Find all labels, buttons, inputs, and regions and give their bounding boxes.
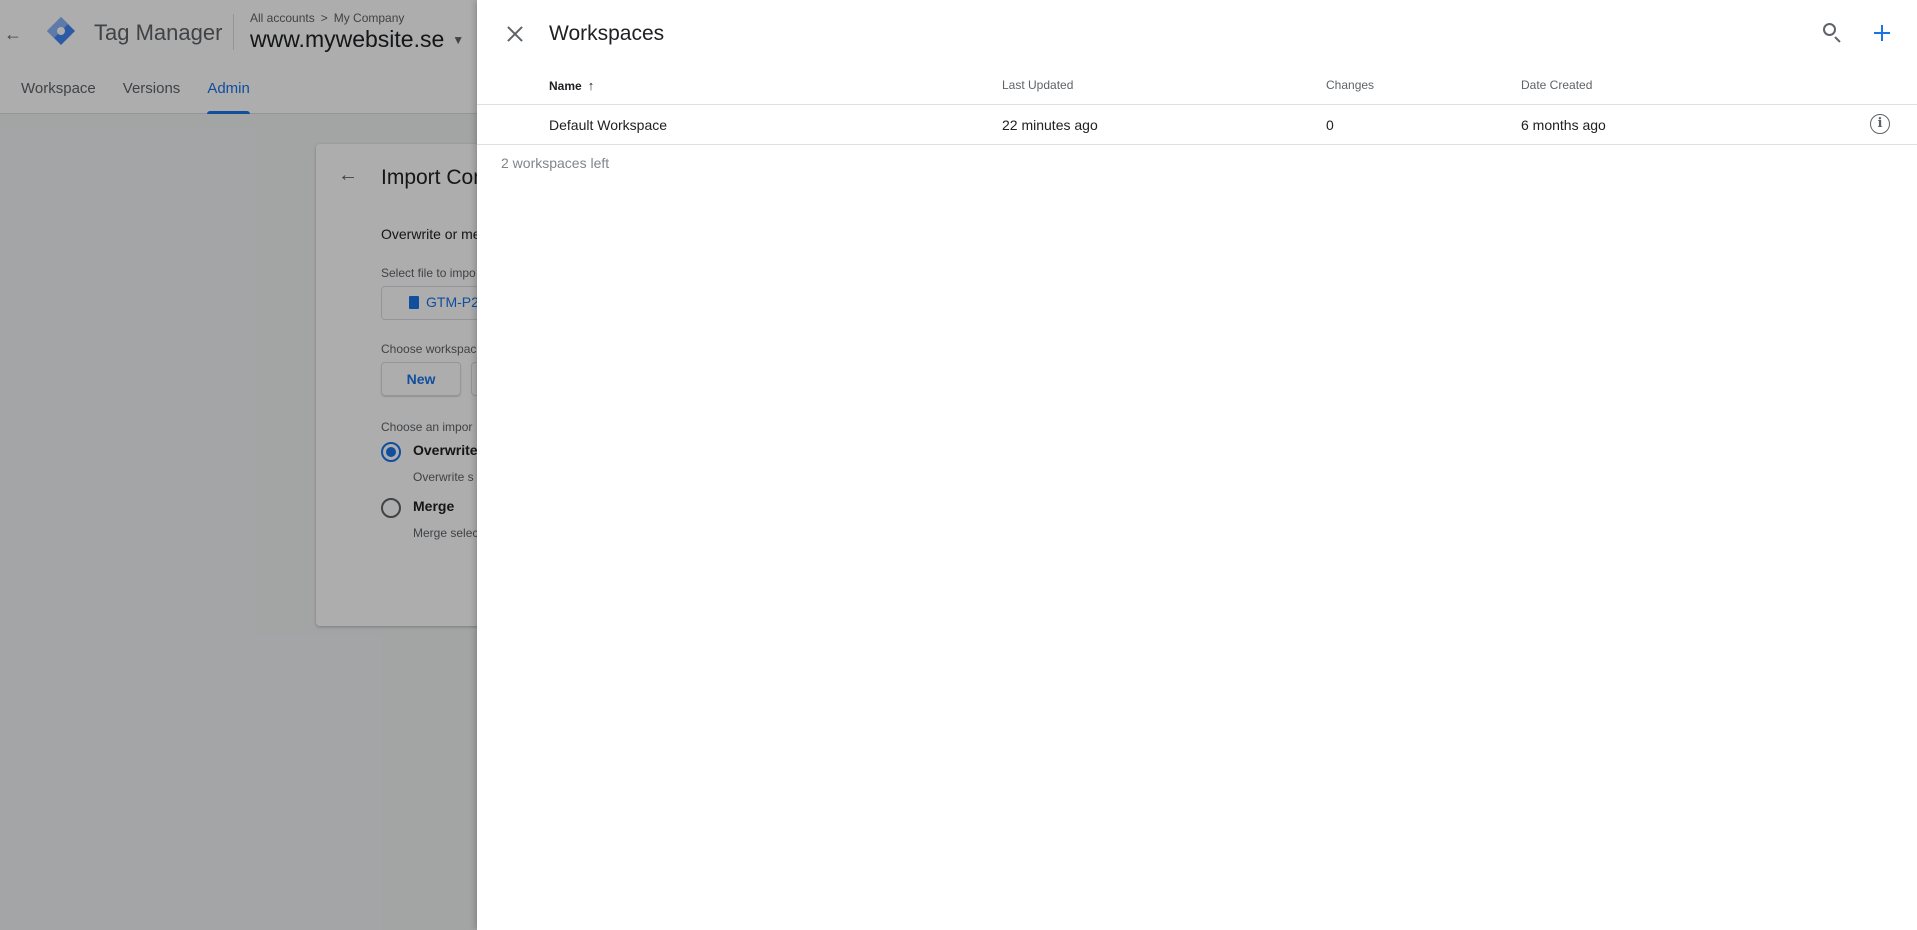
workspace-last-updated: 22 minutes ago [1002,117,1098,133]
column-header-date-created[interactable]: Date Created [1521,78,1592,92]
panel-header: Workspaces [477,0,1917,68]
panel-title: Workspaces [549,22,665,45]
close-icon[interactable] [501,20,529,48]
column-header-changes[interactable]: Changes [1326,78,1374,92]
column-header-name[interactable]: Name ↑ [549,78,594,93]
search-icon[interactable] [1822,22,1844,44]
workspaces-panel: Workspaces Name ↑ Last Updated Changes Da… [477,0,1917,930]
table-header: Name ↑ Last Updated Changes Date Created [477,68,1917,105]
workspace-date-created: 6 months ago [1521,117,1606,133]
workspace-changes: 0 [1326,117,1334,133]
search-icon-handle [1834,36,1841,43]
search-icon-ring [1823,23,1836,36]
column-header-last-updated[interactable]: Last Updated [1002,78,1073,92]
column-header-name-label: Name [549,79,582,93]
workspaces-table: Name ↑ Last Updated Changes Date Created … [477,68,1917,145]
workspace-name: Default Workspace [549,117,668,133]
table-row[interactable]: Default Workspace 22 minutes ago 0 6 mon… [477,105,1917,145]
sort-arrow-up-icon: ↑ [587,78,595,93]
add-icon[interactable] [1871,22,1893,44]
info-icon[interactable]: i [1870,114,1890,134]
workspaces-left-note: 2 workspaces left [501,155,610,171]
